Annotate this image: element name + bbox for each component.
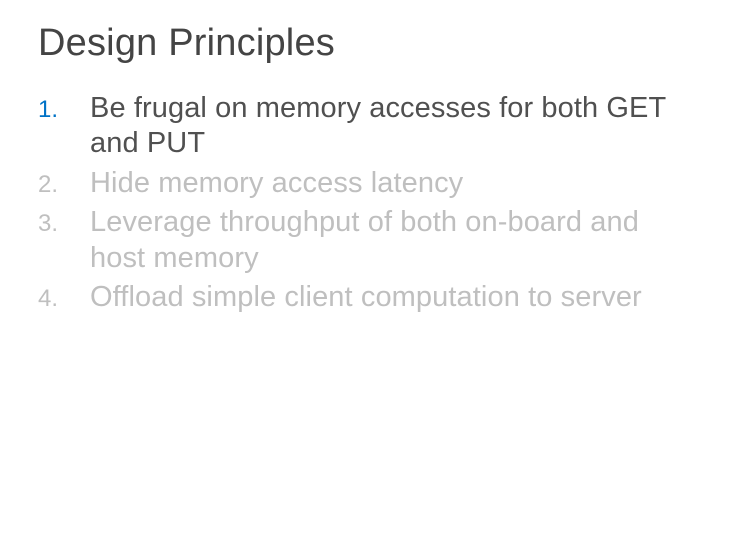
list-item: 4. Offload simple client computation to … <box>38 280 696 315</box>
list-item: 3. Leverage throughput of both on-board … <box>38 205 696 276</box>
list-text: Hide memory access latency <box>90 166 696 201</box>
list-text: Leverage throughput of both on-board and… <box>90 205 696 276</box>
slide-title: Design Principles <box>38 22 696 65</box>
principles-list: 1. Be frugal on memory accesses for both… <box>38 91 696 315</box>
list-number: 4. <box>38 280 90 314</box>
list-text: Offload simple client computation to ser… <box>90 280 696 315</box>
list-number: 1. <box>38 91 90 125</box>
list-item: 1. Be frugal on memory accesses for both… <box>38 91 696 162</box>
list-text: Be frugal on memory accesses for both GE… <box>90 91 696 162</box>
list-item: 2. Hide memory access latency <box>38 166 696 201</box>
list-number: 2. <box>38 166 90 200</box>
list-number: 3. <box>38 205 90 239</box>
